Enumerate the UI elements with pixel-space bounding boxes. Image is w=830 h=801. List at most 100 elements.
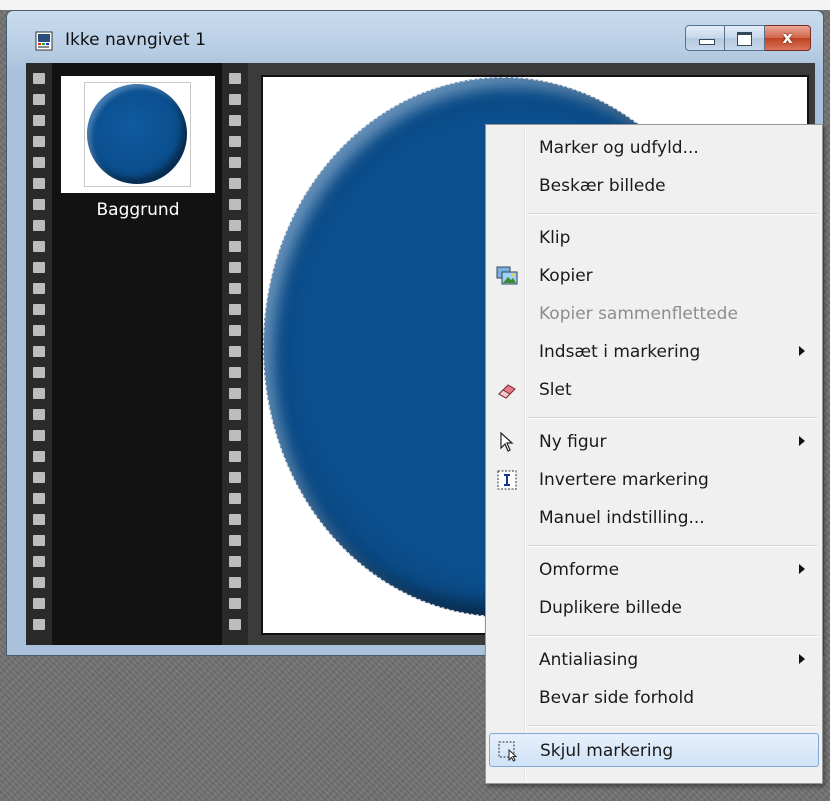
sprocket-hole [33,472,45,483]
title-bar[interactable]: Ikke navngivet 1 x [7,11,823,59]
menu-item-indsæt-i-markering[interactable]: Indsæt i markering [489,335,819,369]
menu-item-label: Kopier sammenflettede [539,304,738,324]
sprocket-hole [229,346,241,357]
sprocket-hole [33,178,45,189]
sprocket-hole [229,262,241,273]
maximize-button[interactable] [725,25,765,51]
sprocket-hole [33,556,45,567]
sprocket-hole [229,535,241,546]
menu-item-antialiasing[interactable]: Antialiasing [489,643,819,677]
sprocket-hole [33,115,45,126]
sprocket-hole [33,241,45,252]
sprocket-hole [33,367,45,378]
close-icon: x [782,28,793,47]
menu-item-label: Slet [539,380,572,400]
menu-item-label: Invertere markering [539,470,709,490]
sprocket-hole [33,451,45,462]
eraser-icon [496,379,518,401]
sprocket-hole [33,199,45,210]
sprocket-hole [33,535,45,546]
sprocket-hole [229,178,241,189]
submenu-arrow-icon [799,346,805,356]
menu-item-label: Kopier [539,266,593,286]
menu-item-label: Omforme [539,560,620,580]
menu-item-omforme[interactable]: Omforme [489,553,819,587]
sprocket-hole [229,241,241,252]
window-title: Ikke navngivet 1 [65,30,206,50]
layer-thumbnail[interactable] [61,76,215,193]
sprocket-hole [229,220,241,231]
sprocket-hole [33,577,45,588]
sprocket-hole [229,619,241,630]
maximize-icon [737,32,752,46]
sprocket-hole [33,220,45,231]
sprocket-hole [229,325,241,336]
submenu-arrow-icon [799,564,805,574]
document-icon [34,31,54,51]
menu-item-beskær-billede[interactable]: Beskær billede [489,169,819,203]
close-button[interactable]: x [765,25,811,51]
submenu-arrow-icon [799,436,805,446]
caption-buttons: x [685,25,811,51]
top-strip [0,0,830,10]
sprocket-hole [33,283,45,294]
menu-item-label: Manuel indstilling... [539,508,705,528]
sprocket-hole [33,409,45,420]
minimize-button[interactable] [685,25,725,51]
sprocket-hole [33,619,45,630]
menu-item-label: Skjul markering [540,741,674,761]
filmstrip-panel: Baggrund [26,63,248,645]
sprocket-hole [33,598,45,609]
menu-item-slet[interactable]: Slet [489,373,819,407]
sprocket-hole [33,346,45,357]
menu-separator [528,635,818,637]
sprocket-hole [229,556,241,567]
menu-item-label: Antialiasing [539,650,639,670]
minimize-icon [699,39,715,45]
sprocket-hole [229,409,241,420]
sprocket-hole [229,73,241,84]
thumbnail-frame [84,82,191,187]
sprocket-hole [229,304,241,315]
menu-separator [528,417,818,419]
menu-item-label: Ny figur [539,432,607,452]
menu-separator [528,545,818,547]
menu-item-bevar-side-forhold[interactable]: Bevar side forhold [489,681,819,715]
menu-item-label: Beskær billede [539,176,666,196]
sprocket-hole [33,94,45,105]
menu-item-manuel-indstilling[interactable]: Manuel indstilling... [489,501,819,535]
sprocket-hole [229,451,241,462]
sprocket-hole [229,283,241,294]
menu-item-marker-og-udfyld[interactable]: Marker og udfyld... [489,131,819,165]
submenu-arrow-icon [799,654,805,664]
sprocket-hole [229,598,241,609]
menu-separator [528,725,818,727]
sprocket-hole [229,472,241,483]
sprocket-hole [229,430,241,441]
sprocket-hole [33,157,45,168]
menu-item-label: Klip [539,228,571,248]
menu-item-duplikere-billede[interactable]: Duplikere billede [489,591,819,625]
copy-picture-icon [496,265,518,287]
menu-item-klip[interactable]: Klip [489,221,819,255]
sprocket-hole [229,493,241,504]
menu-item-label: Marker og udfyld... [539,138,699,158]
sprocket-hole [229,514,241,525]
menu-item-skjul-markering[interactable]: Skjul markering [489,733,819,767]
menu-item-kopier-sammenflettede: Kopier sammenflettede [489,297,819,331]
menu-item-label: Indsæt i markering [539,342,701,362]
sprocket-hole [33,388,45,399]
sprocket-hole [229,157,241,168]
sprocket-hole [33,304,45,315]
filmstrip-sprockets-right [222,63,248,645]
sprocket-hole [229,367,241,378]
menu-item-invertere-markering[interactable]: Invertere markering [489,463,819,497]
sprocket-hole [33,262,45,273]
sprocket-hole [33,325,45,336]
sprocket-hole [33,514,45,525]
menu-item-kopier[interactable]: Kopier [489,259,819,293]
invert-selection-icon [496,469,518,491]
menu-item-ny-figur[interactable]: Ny figur [489,425,819,459]
context-menu: Marker og udfyld... Beskær billede Klip Kop… [485,124,823,784]
sprocket-hole [229,388,241,399]
